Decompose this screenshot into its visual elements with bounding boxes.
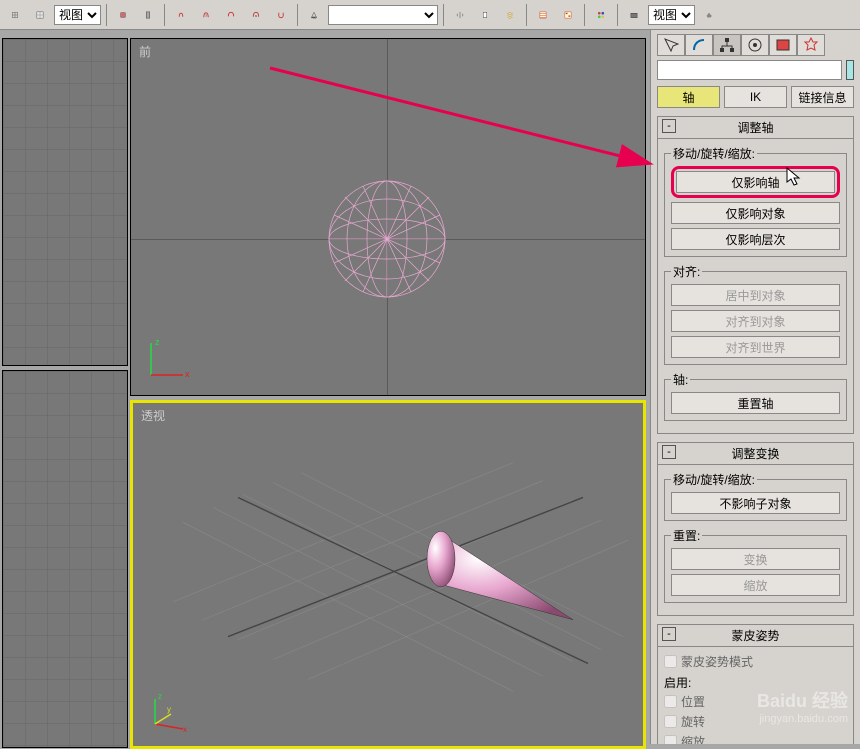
selection-set-select[interactable]: [328, 5, 438, 25]
pivot-tab[interactable]: 轴: [657, 86, 720, 108]
teapot-icon[interactable]: [698, 4, 720, 26]
svg-text:y: y: [167, 705, 171, 714]
front-axis-gizmo: z x: [143, 333, 193, 383]
adjust-transform-header[interactable]: - 调整变换: [658, 443, 853, 465]
collapse-icon[interactable]: -: [662, 627, 676, 641]
svg-text:x: x: [183, 725, 187, 734]
keyframe-icon[interactable]: [112, 4, 134, 26]
ik-tab[interactable]: IK: [724, 86, 787, 108]
layers-icon[interactable]: [499, 4, 521, 26]
persp-axis-gizmo: z x y: [145, 684, 195, 734]
grid-icon[interactable]: [29, 4, 51, 26]
svg-text:3: 3: [205, 13, 207, 17]
material-icon[interactable]: [590, 4, 612, 26]
schematic-icon[interactable]: [557, 4, 579, 26]
edit-selection-icon[interactable]: ABC: [303, 4, 325, 26]
affect-hierarchy-only-button[interactable]: 仅影响层次: [671, 228, 840, 250]
curve-editor-icon[interactable]: [532, 4, 554, 26]
mirror-icon[interactable]: [449, 4, 471, 26]
collapse-icon[interactable]: -: [662, 119, 676, 133]
angle-snap-icon[interactable]: 3: [195, 4, 217, 26]
affect-pivot-only-button[interactable]: 仅影响轴: [676, 171, 835, 193]
affect-object-only-button[interactable]: 仅影响对象: [671, 202, 840, 224]
xref-icon[interactable]: [4, 4, 26, 26]
svg-text:z: z: [155, 337, 160, 347]
svg-text:x: x: [185, 369, 190, 379]
adjust-transform-rollout: - 调整变换 移动/旋转/缩放: 不影响子对象 重置: 变换 缩放: [657, 442, 854, 616]
align-to-world-button[interactable]: 对齐到世界: [671, 336, 840, 358]
reset-scale-button[interactable]: 缩放: [671, 574, 840, 596]
align-legend: 对齐:: [671, 263, 702, 280]
svg-text:ABC: ABC: [312, 16, 317, 19]
hierarchy-tab-icon[interactable]: [713, 34, 741, 56]
reset-transform-button[interactable]: 变换: [671, 548, 840, 570]
reset-legend: 重置:: [671, 527, 702, 544]
adjust-transform-title: 调整变换: [731, 447, 779, 461]
spinner-snap-icon[interactable]: %: [245, 4, 267, 26]
center-to-object-button[interactable]: 居中到对象: [671, 284, 840, 306]
svg-text:%: %: [255, 15, 257, 17]
move-rot-scale-legend2: 移动/旋转/缩放:: [671, 471, 757, 488]
display-tab-icon[interactable]: [769, 34, 797, 56]
skin-pose-mode-label: 蒙皮姿势模式: [681, 653, 753, 670]
wireframe-sphere: [328, 180, 446, 298]
magnet-icon[interactable]: [270, 4, 292, 26]
keyframe-all-icon[interactable]: [137, 4, 159, 26]
viewport-left[interactable]: [2, 370, 128, 748]
scale-checkbox[interactable]: [664, 735, 677, 744]
affect-pivot-highlight: 仅影响轴: [671, 166, 840, 198]
view-select-2[interactable]: 视图: [648, 5, 695, 25]
position-checkbox[interactable]: [664, 695, 677, 708]
skin-pose-rollout: - 蒙皮姿势 蒙皮姿势模式 启用: 位置 旋转 缩放: [657, 624, 854, 744]
reset-pivot-button[interactable]: 重置轴: [671, 392, 840, 414]
rotation-label: 旋转: [681, 713, 705, 730]
perspective-scene: [133, 403, 643, 746]
link-info-tab[interactable]: 链接信息: [791, 86, 854, 108]
command-panel: 轴 IK 链接信息 - 调整轴 移动/旋转/缩放: 仅影响轴 仅影响对象 仅影响…: [650, 30, 860, 744]
svg-text:z: z: [158, 692, 162, 701]
axis-legend: 轴:: [671, 371, 690, 388]
utilities-tab-icon[interactable]: [797, 34, 825, 56]
collapse-icon[interactable]: -: [662, 445, 676, 459]
adjust-pivot-rollout: - 调整轴 移动/旋转/缩放: 仅影响轴 仅影响对象 仅影响层次 对齐: 居中到…: [657, 116, 854, 434]
align-to-object-button[interactable]: 对齐到对象: [671, 310, 840, 332]
snap-toggle-icon[interactable]: [170, 4, 192, 26]
skin-pose-mode-checkbox[interactable]: [664, 655, 677, 668]
viewport-top[interactable]: [2, 38, 128, 366]
scale-label: 缩放: [681, 733, 705, 744]
object-name-input[interactable]: [657, 60, 842, 80]
adjust-pivot-title: 调整轴: [737, 121, 773, 135]
rotation-checkbox[interactable]: [664, 715, 677, 728]
enable-label: 启用:: [664, 674, 847, 691]
position-label: 位置: [681, 693, 705, 710]
motion-tab-icon[interactable]: [741, 34, 769, 56]
viewport-front[interactable]: 前 z x: [130, 38, 646, 396]
render-icon[interactable]: [623, 4, 645, 26]
adjust-pivot-header[interactable]: - 调整轴: [658, 117, 853, 139]
viewport-area: 前 z x: [0, 30, 650, 744]
panel-tabs: [657, 34, 854, 56]
skin-pose-header[interactable]: - 蒙皮姿势: [658, 625, 853, 647]
align-icon[interactable]: [474, 4, 496, 26]
view-select-1[interactable]: 视图: [54, 5, 101, 25]
viewport-front-label: 前: [139, 43, 151, 60]
skin-pose-title: 蒙皮姿势: [731, 629, 779, 643]
create-tab-icon[interactable]: [657, 34, 685, 56]
move-rot-scale-legend: 移动/旋转/缩放:: [671, 145, 757, 162]
top-toolbar: 视图 3 % ABC 视图: [0, 0, 860, 30]
color-swatch[interactable]: [846, 60, 854, 80]
percent-snap-icon[interactable]: [220, 4, 242, 26]
modify-tab-icon[interactable]: [685, 34, 713, 56]
viewport-perspective[interactable]: 透视: [130, 400, 646, 749]
dont-affect-children-button[interactable]: 不影响子对象: [671, 492, 840, 514]
